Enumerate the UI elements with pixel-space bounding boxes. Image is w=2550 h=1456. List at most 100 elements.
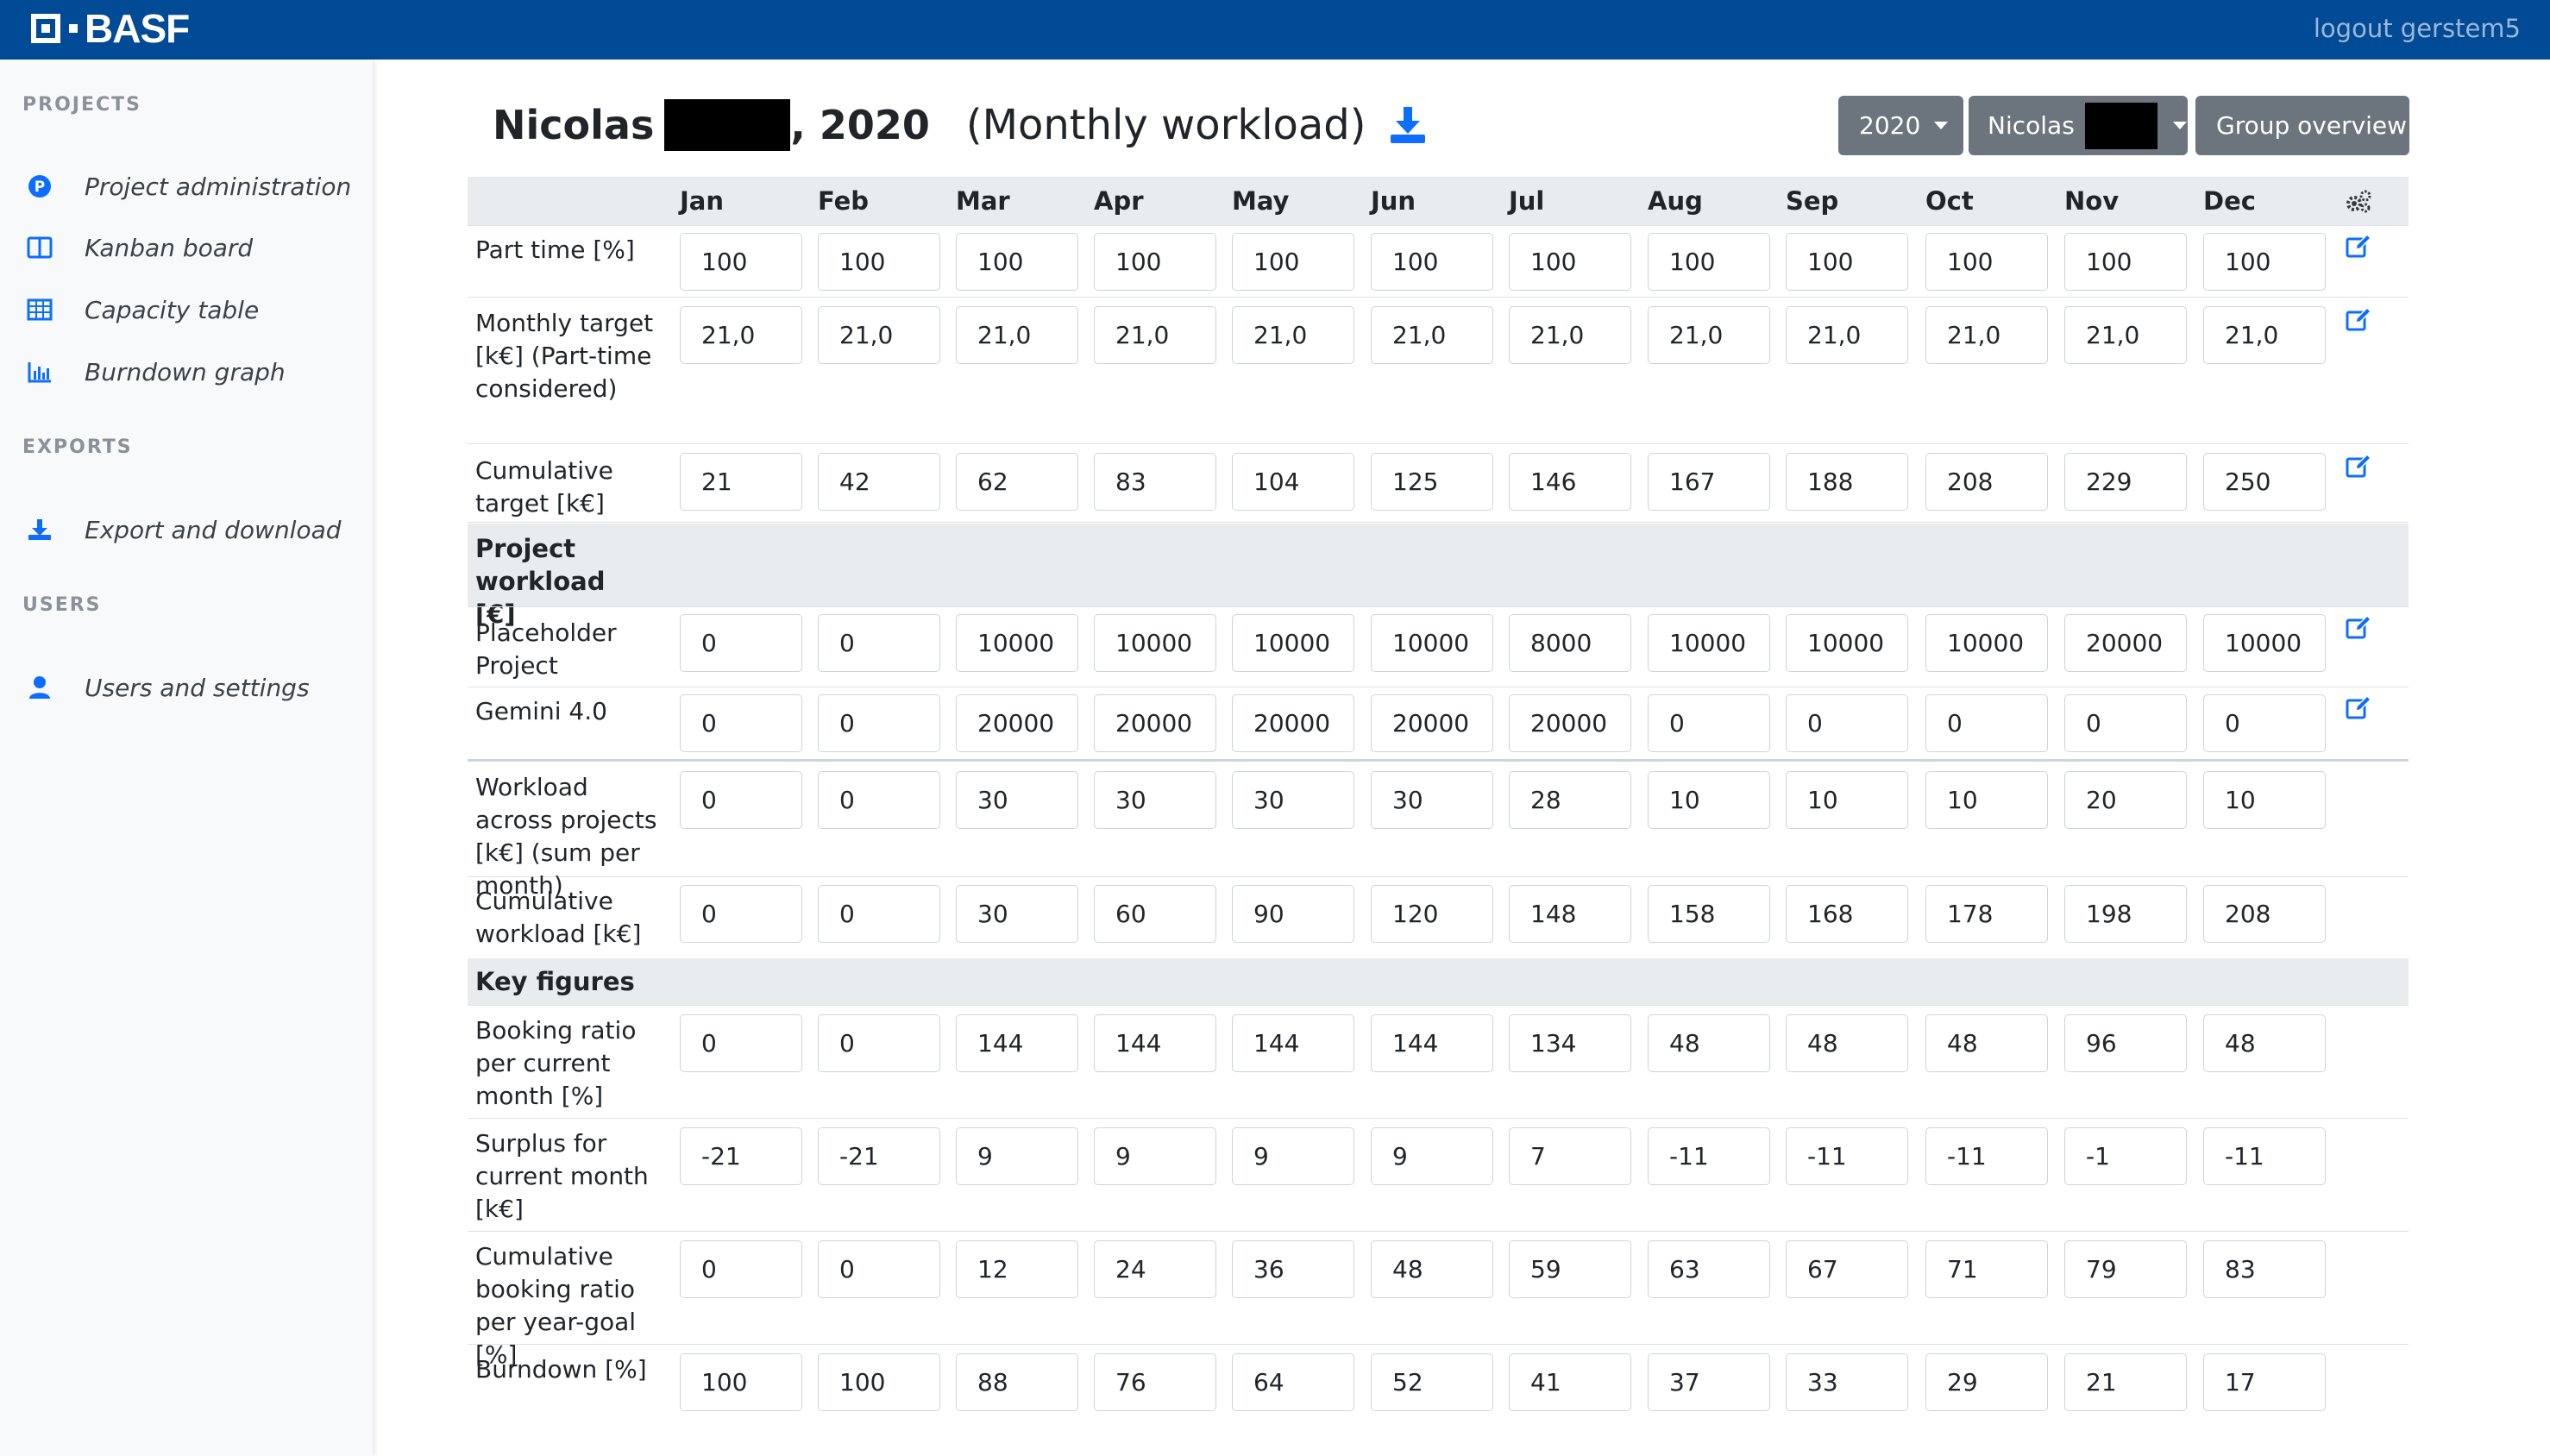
value-input[interactable]: 158 <box>1648 885 1770 943</box>
value-input[interactable]: 0 <box>2203 694 2326 752</box>
value-input[interactable]: 125 <box>1371 453 1493 511</box>
group-overview-button[interactable]: Group overview <box>2195 96 2409 155</box>
value-input[interactable]: 167 <box>1648 453 1770 511</box>
value-input[interactable]: 21,0 <box>956 306 1078 364</box>
edit-icon[interactable] <box>2345 453 2372 480</box>
value-input[interactable]: 0 <box>818 1240 940 1298</box>
value-input[interactable]: 20000 <box>1509 694 1631 752</box>
value-input[interactable]: 100 <box>1094 233 1216 291</box>
value-input[interactable]: 21,0 <box>1509 306 1631 364</box>
value-input[interactable]: 10 <box>2203 771 2326 829</box>
value-input[interactable]: 0 <box>818 1014 940 1072</box>
value-input[interactable]: 48 <box>1371 1240 1493 1298</box>
value-input[interactable]: 30 <box>956 885 1078 943</box>
value-input[interactable]: 42 <box>818 453 940 511</box>
value-input[interactable]: 20000 <box>1371 694 1493 752</box>
value-input[interactable]: 100 <box>680 233 802 291</box>
value-input[interactable]: 48 <box>2203 1014 2326 1072</box>
value-input[interactable]: 144 <box>1232 1014 1354 1072</box>
edit-icon[interactable] <box>2345 233 2372 260</box>
value-input[interactable]: 120 <box>1371 885 1493 943</box>
edit-icon[interactable] <box>2345 306 2372 334</box>
value-input[interactable]: 48 <box>1648 1014 1770 1072</box>
value-input[interactable]: 37 <box>1648 1353 1770 1411</box>
value-input[interactable]: 29 <box>1925 1353 2048 1411</box>
value-input[interactable]: 188 <box>1786 453 1908 511</box>
value-input[interactable]: 148 <box>1509 885 1631 943</box>
sidebar-item-kanban-board[interactable]: Kanban board <box>22 230 253 265</box>
value-input[interactable]: 0 <box>680 885 802 943</box>
download-icon[interactable] <box>1387 104 1429 147</box>
value-input[interactable]: 100 <box>1371 233 1493 291</box>
value-input[interactable]: 21,0 <box>1925 306 2048 364</box>
value-input[interactable]: 0 <box>818 885 940 943</box>
value-input[interactable]: 10 <box>1925 771 2048 829</box>
value-input[interactable]: 104 <box>1232 453 1354 511</box>
value-input[interactable]: 168 <box>1786 885 1908 943</box>
value-input[interactable]: 10000 <box>2203 614 2326 672</box>
value-input[interactable]: 0 <box>2064 694 2187 752</box>
value-input[interactable]: -11 <box>2203 1127 2326 1185</box>
edit-icon[interactable] <box>2345 694 2372 722</box>
value-input[interactable]: 48 <box>1925 1014 2048 1072</box>
value-input[interactable]: 100 <box>1232 233 1354 291</box>
sidebar-item-users-settings[interactable]: Users and settings <box>22 670 310 705</box>
value-input[interactable]: 10000 <box>1094 614 1216 672</box>
value-input[interactable]: 0 <box>680 614 802 672</box>
value-input[interactable]: 21,0 <box>680 306 802 364</box>
value-input[interactable]: 76 <box>1094 1353 1216 1411</box>
settings-gears-icon[interactable] <box>2345 189 2372 215</box>
value-input[interactable]: 52 <box>1371 1353 1493 1411</box>
value-input[interactable]: 7 <box>1509 1127 1631 1185</box>
value-input[interactable]: -11 <box>1925 1127 2048 1185</box>
value-input[interactable]: 10000 <box>1648 614 1770 672</box>
basf-logo[interactable]: BASF <box>31 6 190 51</box>
value-input[interactable]: 62 <box>956 453 1078 511</box>
year-select-button[interactable]: 2020 <box>1838 96 1963 155</box>
value-input[interactable]: 20000 <box>956 694 1078 752</box>
value-input[interactable]: 9 <box>1371 1127 1493 1185</box>
value-input[interactable]: 10000 <box>1371 614 1493 672</box>
edit-icon[interactable] <box>2345 614 2372 642</box>
value-input[interactable]: 21,0 <box>2203 306 2326 364</box>
value-input[interactable]: 198 <box>2064 885 2187 943</box>
value-input[interactable]: -21 <box>680 1127 802 1185</box>
value-input[interactable]: 250 <box>2203 453 2326 511</box>
value-input[interactable]: 21 <box>680 453 802 511</box>
value-input[interactable]: 12 <box>956 1240 1078 1298</box>
value-input[interactable]: 64 <box>1232 1353 1354 1411</box>
user-select-button[interactable]: Nicolas <box>1969 96 2188 155</box>
value-input[interactable]: 88 <box>956 1353 1078 1411</box>
value-input[interactable]: 21,0 <box>1371 306 1493 364</box>
value-input[interactable]: 63 <box>1648 1240 1770 1298</box>
value-input[interactable]: 100 <box>818 1353 940 1411</box>
value-input[interactable]: 10000 <box>1786 614 1908 672</box>
value-input[interactable]: 100 <box>2064 233 2187 291</box>
logout-link[interactable]: logout gerstem5 <box>2314 14 2521 43</box>
value-input[interactable]: 20 <box>2064 771 2187 829</box>
value-input[interactable]: 100 <box>1509 233 1631 291</box>
value-input[interactable]: 36 <box>1232 1240 1354 1298</box>
value-input[interactable]: 30 <box>1371 771 1493 829</box>
value-input[interactable]: 144 <box>1094 1014 1216 1072</box>
value-input[interactable]: 20000 <box>2064 614 2187 672</box>
value-input[interactable]: 71 <box>1925 1240 2048 1298</box>
value-input[interactable]: 100 <box>1786 233 1908 291</box>
value-input[interactable]: 0 <box>1648 694 1770 752</box>
value-input[interactable]: 178 <box>1925 885 2048 943</box>
sidebar-item-burndown-graph[interactable]: Burndown graph <box>22 355 286 389</box>
value-input[interactable]: 24 <box>1094 1240 1216 1298</box>
value-input[interactable]: 144 <box>956 1014 1078 1072</box>
sidebar-item-project-administration[interactable]: P Project administration <box>22 169 351 204</box>
value-input[interactable]: 21,0 <box>1232 306 1354 364</box>
value-input[interactable]: 229 <box>2064 453 2187 511</box>
sidebar-item-export-download[interactable]: Export and download <box>22 512 342 547</box>
value-input[interactable]: 30 <box>1232 771 1354 829</box>
value-input[interactable]: 10000 <box>1232 614 1354 672</box>
value-input[interactable]: 144 <box>1371 1014 1493 1072</box>
value-input[interactable]: 0 <box>680 694 802 752</box>
value-input[interactable]: 21,0 <box>1094 306 1216 364</box>
value-input[interactable]: -11 <box>1648 1127 1770 1185</box>
value-input[interactable]: 0 <box>818 614 940 672</box>
value-input[interactable]: 83 <box>2203 1240 2326 1298</box>
